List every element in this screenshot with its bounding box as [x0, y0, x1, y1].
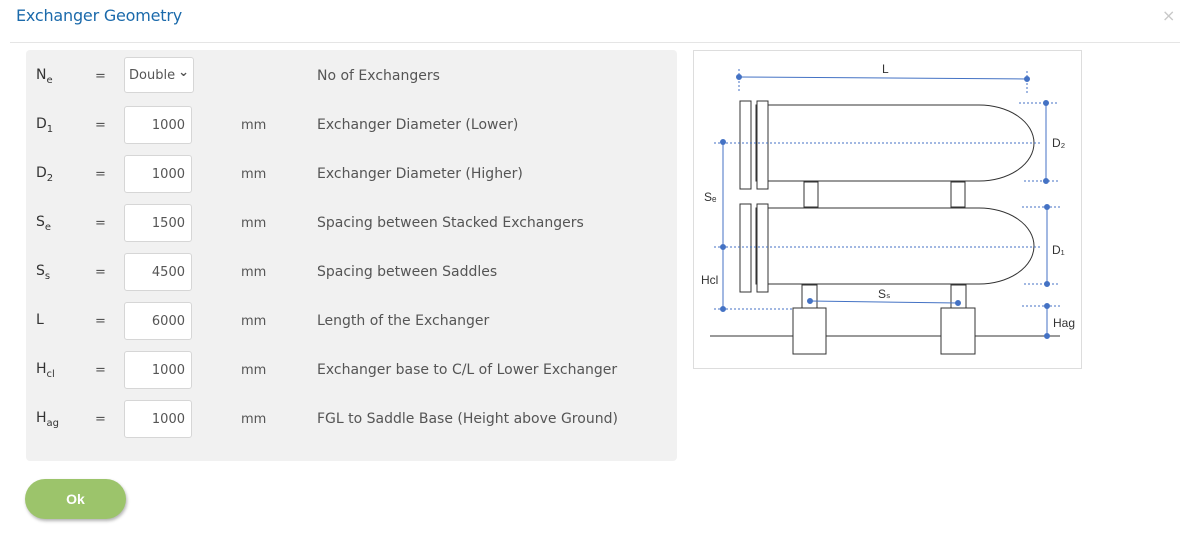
param-input[interactable] — [124, 106, 192, 144]
param-symbol: Se — [36, 214, 51, 233]
param-symbol: Hcl — [36, 361, 55, 380]
equals-sign: = — [95, 167, 106, 182]
param-symbol: D1 — [36, 116, 53, 135]
label-D1: D₁ — [1052, 243, 1065, 257]
param-description: Spacing between Stacked Exchangers — [317, 215, 584, 231]
symbol-main: L — [36, 312, 44, 328]
param-description: Length of the Exchanger — [317, 313, 490, 329]
label-Ss: Sₛ — [878, 287, 890, 301]
param-symbol: L — [36, 312, 44, 331]
symbol-subscript: s — [44, 270, 51, 282]
param-input[interactable] — [124, 400, 192, 438]
symbol-subscript: e — [44, 221, 52, 233]
saddle-post-1 — [801, 284, 818, 309]
exchanger-count-select[interactable]: Double ⌄ — [124, 57, 194, 93]
ok-button[interactable]: Ok — [25, 479, 126, 519]
param-description: Exchanger Diameter (Lower) — [317, 117, 519, 133]
label-Se: Sₑ — [704, 190, 717, 204]
param-input[interactable] — [124, 302, 192, 340]
equals-sign: = — [95, 216, 106, 231]
label-L: L — [882, 62, 889, 76]
symbol-subscript: cl — [46, 368, 55, 380]
param-description: Exchanger base to C/L of Lower Exchanger — [317, 362, 618, 378]
param-input[interactable] — [124, 204, 192, 242]
param-row: D2 = mm Exchanger Diameter (Higher) — [26, 155, 677, 195]
symbol-subscript: ag — [46, 417, 60, 429]
equals-sign: = — [95, 363, 106, 378]
symbol-subscript: 2 — [46, 172, 54, 184]
symbol-subscript: 1 — [46, 123, 54, 135]
symbol-main: H — [36, 410, 47, 426]
param-row: Ne = Double ⌄ No of Exchangers — [26, 57, 677, 97]
param-description: Exchanger Diameter (Higher) — [317, 166, 523, 182]
unit-label: mm — [241, 363, 267, 378]
param-input[interactable] — [124, 253, 192, 291]
equals-sign: = — [95, 314, 106, 329]
saddle-base-2 — [940, 307, 976, 355]
lower-flange-2 — [756, 203, 769, 293]
equals-sign: = — [95, 265, 106, 280]
saddle-base-1 — [792, 307, 827, 355]
upper-flange-2 — [756, 100, 769, 190]
select-value: Double — [129, 67, 176, 83]
close-icon[interactable]: × — [1162, 6, 1175, 25]
symbol-main: H — [36, 361, 47, 377]
parameters-panel: Ne=Double⌄No of ExchangersD1=mmExchanger… — [26, 50, 677, 461]
symbol-main: D — [36, 165, 47, 181]
param-symbol: Ne — [36, 67, 53, 86]
equals-sign: = — [95, 412, 106, 427]
lower-exchanger-shell — [755, 207, 1035, 285]
param-row: Se = mm Spacing between Stacked Exchangers — [26, 204, 677, 244]
label-Hag: Hag — [1053, 316, 1075, 330]
stack-support-2 — [950, 181, 966, 208]
param-description: No of Exchangers — [317, 68, 440, 84]
param-symbol: D2 — [36, 165, 53, 184]
equals-sign: = — [95, 69, 106, 84]
symbol-main: D — [36, 116, 47, 132]
param-symbol: Ss — [36, 263, 50, 282]
symbol-main: S — [36, 263, 45, 279]
upper-flange-1 — [739, 100, 752, 190]
param-row: Hag = mm FGL to Saddle Base (Height above G… — [26, 400, 677, 440]
param-row: Ss = mm Spacing between Saddles — [26, 253, 677, 293]
param-description: FGL to Saddle Base (Height above Ground) — [317, 411, 618, 427]
unit-label: mm — [241, 265, 267, 280]
unit-label: mm — [241, 167, 267, 182]
header-divider — [10, 42, 1180, 43]
equals-sign: = — [95, 118, 106, 133]
unit-label: mm — [241, 118, 267, 133]
stack-support-1 — [803, 181, 819, 208]
chevron-down-icon: ⌄ — [178, 64, 189, 80]
label-Hcl: Hcl — [701, 273, 718, 287]
param-description: Spacing between Saddles — [317, 264, 498, 280]
unit-label: mm — [241, 412, 267, 427]
lower-flange-1 — [739, 203, 752, 293]
param-row: D1 = mm Exchanger Diameter (Lower) — [26, 106, 677, 146]
symbol-subscript: e — [46, 74, 53, 86]
unit-label: mm — [241, 314, 267, 329]
unit-label: mm — [241, 216, 267, 231]
symbol-main: N — [36, 67, 47, 83]
param-input[interactable] — [124, 155, 192, 193]
exchanger-diagram: L D₂ D₁ Sₑ Hcl Sₛ Hag — [693, 50, 1082, 369]
label-D2: D₂ — [1052, 136, 1066, 150]
param-input[interactable] — [124, 351, 192, 389]
dialog-title: Exchanger Geometry — [16, 6, 183, 25]
param-symbol: Hag — [36, 410, 59, 429]
param-row: L = mm Length of the Exchanger — [26, 302, 677, 342]
param-row: Hcl = mm Exchanger base to C/L of Lower Exc… — [26, 351, 677, 391]
symbol-main: S — [36, 214, 45, 230]
